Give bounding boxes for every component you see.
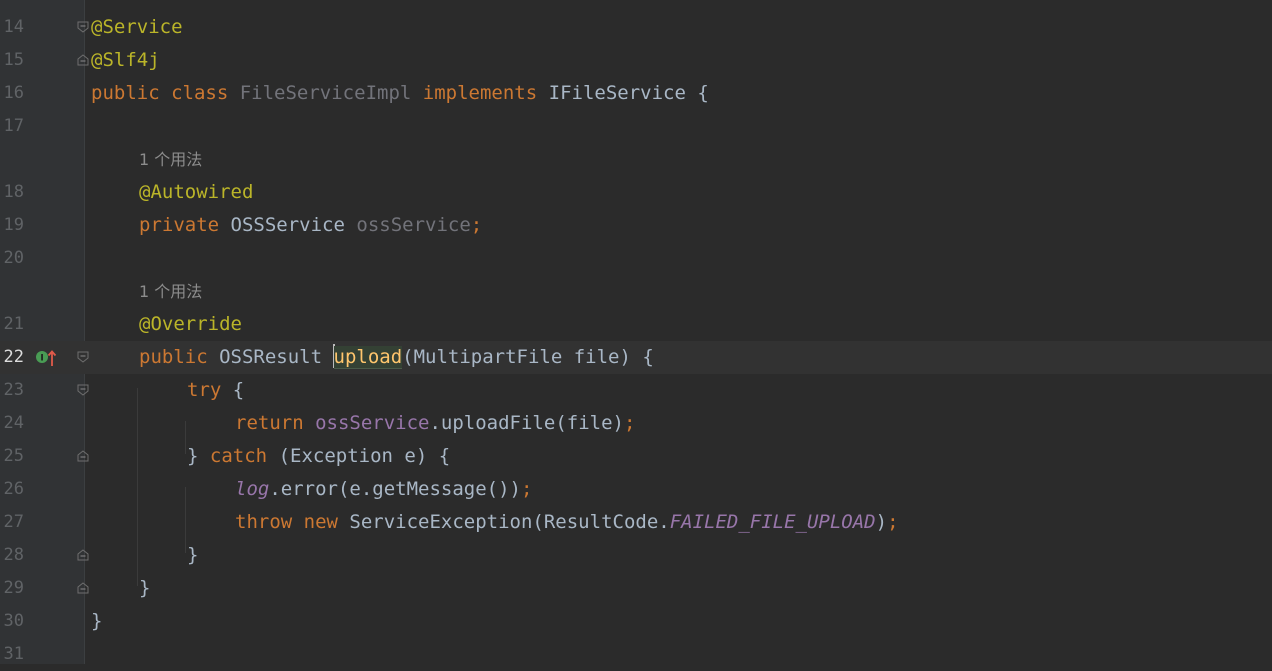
code-line[interactable]: 15 @Slf4j <box>0 44 1272 77</box>
fold-marker-icon[interactable] <box>77 582 89 594</box>
keyword: throw new <box>235 511 338 533</box>
keyword: catch <box>209 445 268 467</box>
return-statement: return ossService.uploadFile(file); <box>235 407 635 440</box>
line-number: 30 <box>3 611 24 631</box>
line-number: 21 <box>3 314 24 334</box>
fold-marker-icon[interactable] <box>77 351 89 363</box>
brace: } <box>139 577 151 599</box>
type-name: OSSService <box>230 214 345 236</box>
fold-marker-icon[interactable] <box>77 450 89 462</box>
line-number: 18 <box>3 182 24 202</box>
return-type: OSSResult <box>219 346 323 368</box>
keyword: private <box>139 214 220 236</box>
code-line[interactable]: 25 } catch (Exception e) { <box>0 440 1272 473</box>
constructor-call: ServiceException(ResultCode. <box>349 511 670 533</box>
code-line[interactable]: 16 public class FileServiceImpl implemen… <box>0 77 1272 110</box>
line-number: 17 <box>3 116 24 136</box>
method-name[interactable]: upload <box>333 346 403 369</box>
annotation: @Service <box>91 16 183 38</box>
current-code-line[interactable]: 22 I public OSSResult upload(MultipartFi… <box>0 341 1272 374</box>
fold-marker-icon[interactable] <box>77 54 89 66</box>
keyword: implements <box>422 82 538 104</box>
code-line[interactable]: 23 try { <box>0 374 1272 407</box>
annotation: @Override <box>139 313 242 335</box>
throw-statement: throw new ServiceException(ResultCode.FA… <box>235 506 899 539</box>
log-statement: log.error(e.getMessage()); <box>235 473 532 506</box>
code-line[interactable]: 17 <box>0 110 1272 143</box>
line-number: 24 <box>3 413 24 433</box>
code-line[interactable]: 24 return ossService.uploadFile(file); <box>0 407 1272 440</box>
code-line[interactable]: 19 private OSSService ossService; <box>0 209 1272 242</box>
annotation: @Slf4j <box>91 49 160 71</box>
code-line[interactable]: 20 <box>0 242 1272 275</box>
line-number: 22 <box>3 347 24 367</box>
semicolon: ; <box>521 478 533 500</box>
line-number: 15 <box>3 50 24 70</box>
interface-name: IFileService { <box>548 82 709 104</box>
paren: ) <box>875 511 888 533</box>
semicolon: ; <box>887 511 899 533</box>
keyword: public <box>139 346 208 368</box>
catch-clause: } catch (Exception e) { <box>187 440 450 473</box>
annotation: @Autowired <box>139 181 254 203</box>
code-line[interactable]: 31 <box>0 638 1272 671</box>
fold-marker-icon[interactable] <box>77 549 89 561</box>
code-line[interactable]: 21 @Override <box>0 308 1272 341</box>
static-field: log <box>235 478 270 500</box>
svg-text:I: I <box>40 354 43 364</box>
line-number: 23 <box>3 380 24 400</box>
field-declaration: private OSSService ossService; <box>139 209 482 242</box>
usage-hint[interactable]: 1 个用法 <box>139 143 202 176</box>
brace: } <box>187 544 199 566</box>
code-line[interactable]: 28 } <box>0 539 1272 572</box>
line-number: 19 <box>3 215 24 235</box>
static-constant: FAILED_FILE_UPLOAD <box>669 511 876 533</box>
keyword: public class <box>91 82 229 104</box>
try-statement: try { <box>187 374 244 407</box>
line-number: 20 <box>3 248 24 268</box>
line-number: 16 <box>3 83 24 103</box>
keyword: return <box>235 412 304 434</box>
line-number: 29 <box>3 578 24 598</box>
code-line[interactable]: 29 } <box>0 572 1272 605</box>
method-declaration: public OSSResult upload(MultipartFile fi… <box>139 341 654 374</box>
field-reference: ossService <box>315 412 430 434</box>
line-number: 31 <box>3 644 24 664</box>
code-editor[interactable]: 13 14 @Service 15 @Slf4j 16 public class… <box>0 0 1272 664</box>
code-line[interactable]: 27 throw new ServiceException(ResultCode… <box>0 506 1272 539</box>
line-number: 25 <box>3 446 24 466</box>
keyword: try <box>187 379 222 401</box>
catch-parameter: (Exception e) { <box>278 445 451 467</box>
semicolon: ; <box>623 412 636 434</box>
method-call: .uploadFile(file) <box>429 412 624 434</box>
fold-marker-icon[interactable] <box>77 384 89 396</box>
semicolon: ; <box>470 214 483 236</box>
code-line[interactable]: 30 } <box>0 605 1272 638</box>
code-line[interactable]: 26 log.error(e.getMessage()); <box>0 473 1272 506</box>
fold-marker-icon[interactable] <box>77 21 89 33</box>
brace: } <box>91 610 103 632</box>
code-line[interactable]: 14 @Service <box>0 11 1272 44</box>
implements-method-icon[interactable]: I <box>35 348 57 368</box>
class-declaration: public class FileServiceImpl implements … <box>91 77 709 110</box>
line-number: 27 <box>3 512 24 532</box>
brace: } <box>187 445 199 467</box>
usage-hint[interactable]: 1 个用法 <box>139 275 202 308</box>
line-number: 14 <box>3 17 24 37</box>
inlay-hint-row: 1 个用法 <box>0 143 1272 176</box>
method-call: .error(e.getMessage()) <box>269 478 521 500</box>
class-name: FileServiceImpl <box>239 82 412 104</box>
brace: { <box>232 379 245 401</box>
code-line[interactable]: 18 @Autowired <box>0 176 1272 209</box>
inlay-hint-row: 1 个用法 <box>0 275 1272 308</box>
parameter-list: (MultipartFile file) { <box>402 346 654 368</box>
line-number: 28 <box>3 545 24 565</box>
line-number: 26 <box>3 479 24 499</box>
field-name: ossService <box>356 214 471 236</box>
